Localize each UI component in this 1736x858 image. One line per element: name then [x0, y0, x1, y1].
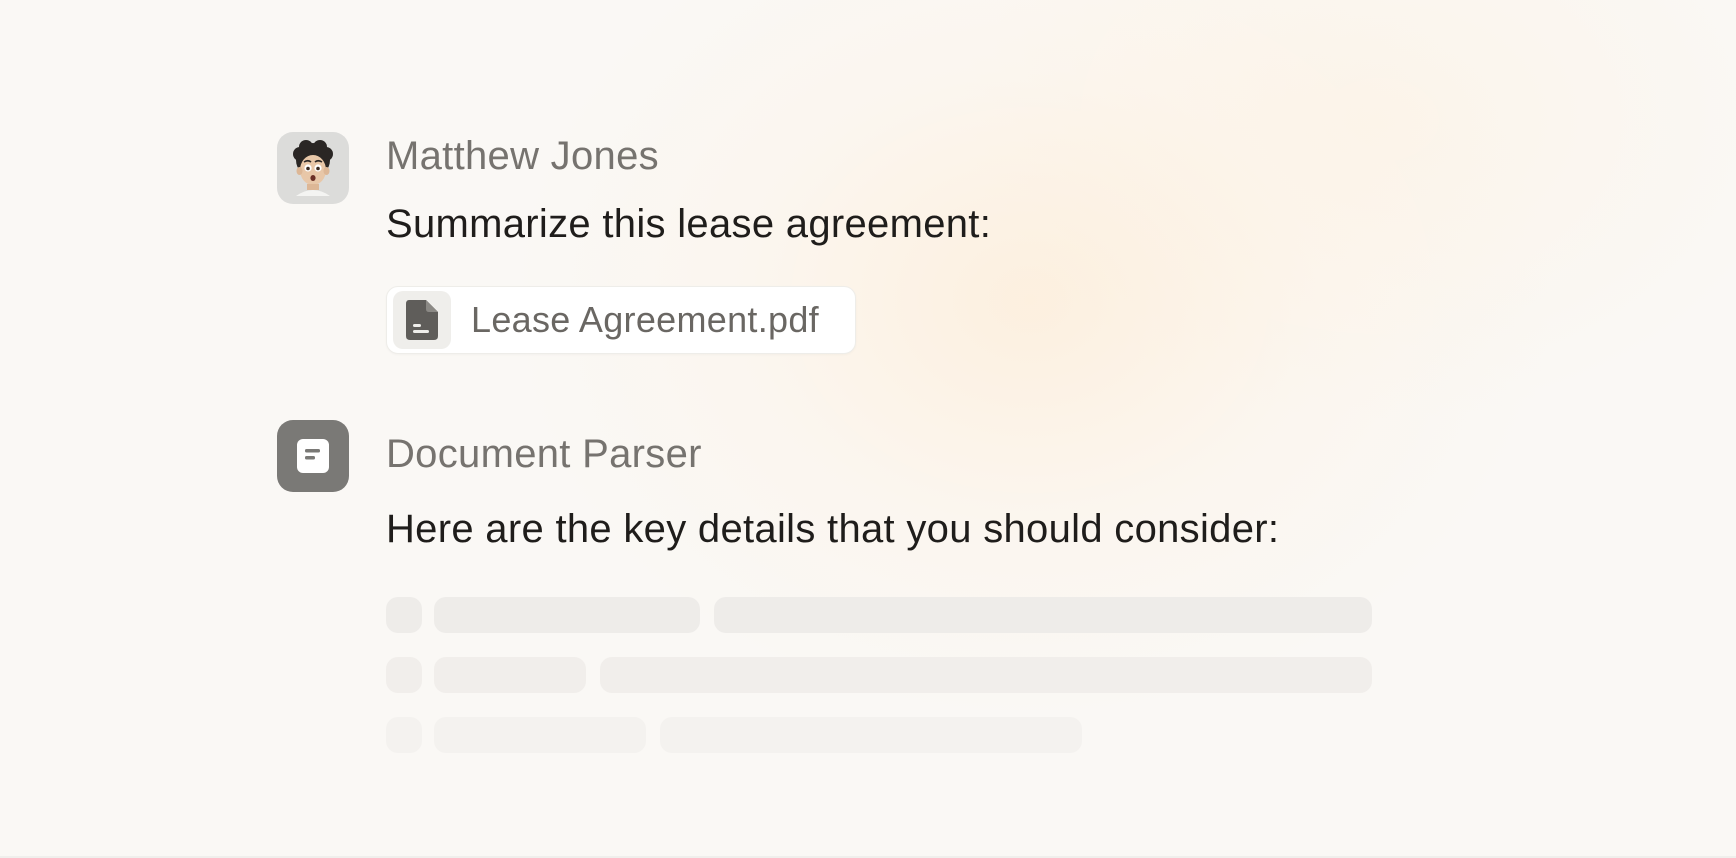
skeleton-bullet	[386, 597, 422, 633]
skeleton-label	[434, 597, 700, 633]
file-icon-container	[393, 291, 451, 349]
user-message: Summarize this lease agreement:	[386, 202, 992, 246]
document-parser-icon	[297, 439, 329, 473]
skeleton-value	[600, 657, 1372, 693]
attachment-chip[interactable]: Lease Agreement.pdf	[386, 286, 856, 354]
user-name: Matthew Jones	[386, 134, 659, 178]
skeleton-label	[434, 717, 646, 753]
skeleton-value	[714, 597, 1372, 633]
memoji-avatar-icon	[293, 140, 333, 196]
document-file-icon	[406, 300, 438, 340]
skeleton-bullet	[386, 717, 422, 753]
skeleton-bullet	[386, 657, 422, 693]
skeleton-label	[434, 657, 586, 693]
attachment-file-name: Lease Agreement.pdf	[471, 299, 819, 340]
assistant-message: Here are the key details that you should…	[386, 507, 1280, 551]
assistant-avatar	[277, 420, 349, 492]
skeleton-value	[660, 717, 1082, 753]
chat-canvas: Matthew Jones Summarize this lease agree…	[0, 0, 1736, 858]
assistant-name: Document Parser	[386, 432, 702, 476]
user-avatar	[277, 132, 349, 204]
